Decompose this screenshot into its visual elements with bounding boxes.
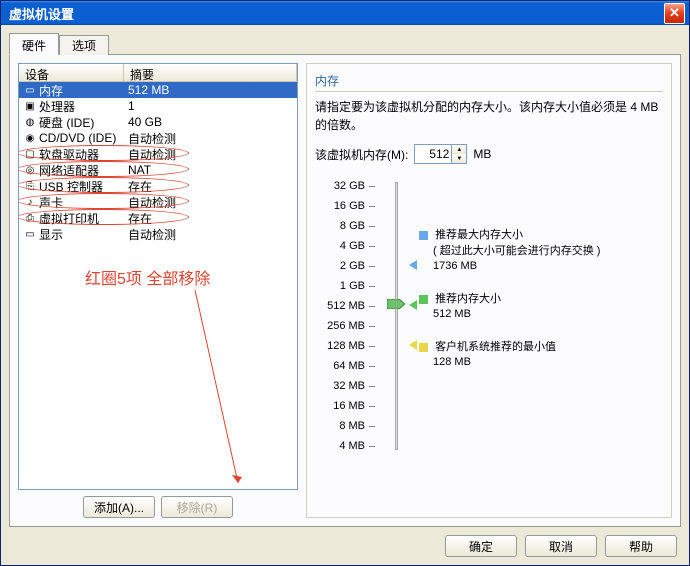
spinner-up-icon[interactable]: ▲: [452, 145, 466, 154]
device-summary: 自动检测: [124, 226, 297, 243]
device-summary: 1: [124, 99, 297, 113]
spinner-down-icon[interactable]: ▼: [452, 154, 466, 163]
memory-label: 该虚拟机内存(M):: [315, 146, 408, 163]
table-row[interactable]: ▭内存 512 MB: [19, 82, 297, 98]
device-name: 网络适配器: [39, 162, 99, 179]
scale-tick: 8 GB: [340, 216, 375, 236]
memory-slider-track[interactable]: [395, 182, 398, 450]
floppy-icon: ▢: [23, 148, 37, 160]
marker-max-icon: [409, 260, 417, 270]
marker-min-icon: [409, 340, 417, 350]
scale-tick: 4 MB: [339, 436, 375, 456]
device-name: 软盘驱动器: [39, 146, 99, 163]
table-row[interactable]: ⎙虚拟打印机 存在: [19, 210, 297, 226]
device-summary: 自动检测: [124, 130, 297, 147]
legend-max-swatch: [419, 231, 428, 240]
tab-hardware[interactable]: 硬件: [9, 33, 59, 55]
table-row[interactable]: ▢软盘驱动器 自动检测: [19, 146, 297, 162]
device-summary: 自动检测: [124, 194, 297, 211]
device-name: 声卡: [39, 194, 63, 211]
scale-tick: 4 GB: [340, 236, 375, 256]
titlebar: 虚拟机设置 ✕: [1, 1, 689, 25]
mem-icon: ▭: [23, 84, 37, 96]
table-row[interactable]: ▣处理器 1: [19, 98, 297, 114]
device-summary: 40 GB: [124, 115, 297, 129]
scale-tick: 8 MB: [339, 416, 375, 436]
device-name: 处理器: [39, 98, 75, 115]
table-row[interactable]: ♪声卡 自动检测: [19, 194, 297, 210]
legend-recommended: 推荐内存大小 512 MB: [419, 290, 663, 320]
table-row[interactable]: ⎘USB 控制器 存在: [19, 178, 297, 194]
memory-input[interactable]: [415, 145, 451, 163]
scale-tick: 256 MB: [327, 316, 375, 336]
col-summary: 摘要: [124, 64, 297, 81]
display-icon: ▭: [23, 228, 37, 240]
cpu-icon: ▣: [23, 100, 37, 112]
device-name: 硬盘 (IDE): [39, 114, 94, 131]
scale-tick: 128 MB: [327, 336, 375, 356]
remove-button[interactable]: 移除(R): [161, 496, 233, 518]
add-button[interactable]: 添加(A)...: [83, 496, 155, 518]
device-name: 内存: [39, 82, 63, 99]
device-summary: 自动检测: [124, 146, 297, 163]
memory-section-title: 内存: [315, 72, 663, 92]
memory-unit: MB: [473, 147, 491, 161]
scale-tick: 2 GB: [340, 256, 375, 276]
device-table: 设备 摘要 ▭内存512 MB▣处理器1◍硬盘 (IDE)40 GB◉CD/DV…: [18, 63, 298, 490]
col-device: 设备: [19, 64, 124, 81]
table-row[interactable]: ◍硬盘 (IDE) 40 GB: [19, 114, 297, 130]
scale-tick: 16 MB: [333, 396, 375, 416]
device-summary: NAT: [124, 163, 297, 177]
usb-icon: ⎘: [23, 180, 37, 192]
device-summary: 512 MB: [124, 83, 297, 97]
close-button[interactable]: ✕: [664, 3, 685, 24]
device-name: 虚拟打印机: [39, 210, 99, 227]
net-icon: ◎: [23, 164, 37, 176]
device-name: CD/DVD (IDE): [39, 131, 116, 145]
table-row[interactable]: ◉CD/DVD (IDE) 自动检测: [19, 130, 297, 146]
marker-recommended-icon: [409, 300, 417, 310]
table-row[interactable]: ▭显示 自动检测: [19, 226, 297, 242]
scale-tick: 32 GB: [334, 176, 375, 196]
window-title: 虚拟机设置: [5, 4, 664, 23]
memory-spinner[interactable]: ▲ ▼: [414, 144, 467, 164]
cancel-button[interactable]: 取消: [525, 535, 597, 557]
sound-icon: ♪: [23, 196, 37, 208]
scale-tick: 64 MB: [333, 356, 375, 376]
scale-tick: 16 GB: [334, 196, 375, 216]
device-name: USB 控制器: [39, 178, 103, 195]
scale-tick: 32 MB: [333, 376, 375, 396]
help-button[interactable]: 帮助: [605, 535, 677, 557]
table-row[interactable]: ◎网络适配器 NAT: [19, 162, 297, 178]
device-summary: 存在: [124, 178, 297, 195]
legend-min-swatch: [419, 343, 428, 352]
memory-description: 请指定要为该虚拟机分配的内存大小。该内存大小值必须是 4 MB 的倍数。: [315, 98, 663, 134]
tab-strip: 硬件 选项: [9, 33, 681, 55]
legend-max: 推荐最大内存大小 ( 超过此大小可能会进行内存交换 ) 1736 MB: [419, 226, 663, 272]
printer-icon: ⎙: [23, 212, 37, 224]
scale-tick: 1 GB: [340, 276, 375, 296]
tab-options[interactable]: 选项: [59, 35, 109, 55]
scale-tick: 512 MB: [327, 296, 375, 316]
memory-slider-thumb[interactable]: [387, 299, 405, 309]
hdd-icon: ◍: [23, 116, 37, 128]
table-header: 设备 摘要: [19, 64, 297, 82]
legend-rec-swatch: [419, 295, 428, 304]
ok-button[interactable]: 确定: [445, 535, 517, 557]
cd-icon: ◉: [23, 132, 37, 144]
device-name: 显示: [39, 226, 63, 243]
device-summary: 存在: [124, 210, 297, 227]
legend-min: 客户机系统推荐的最小值 128 MB: [419, 338, 663, 368]
